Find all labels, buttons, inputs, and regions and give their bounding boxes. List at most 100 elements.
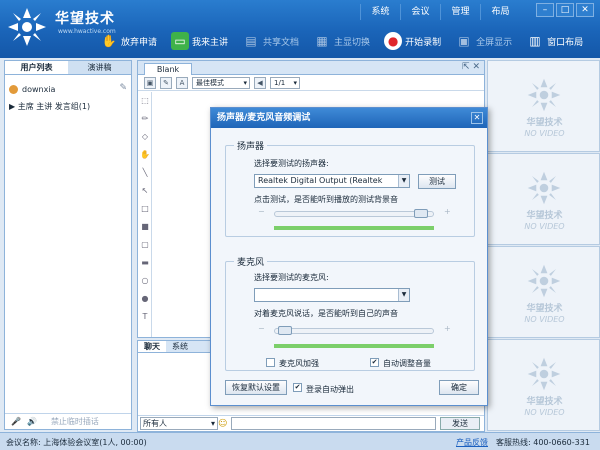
auto-popup-checkbox[interactable]: ✔ <box>293 383 302 392</box>
whiteboard-controls[interactable]: ⇱ ✕ <box>462 62 480 72</box>
menu-item-3[interactable]: 布局 <box>480 4 520 20</box>
video-cell[interactable]: 华望技术 NO VIDEO <box>487 246 600 338</box>
eraser-icon[interactable]: ◇ <box>140 132 150 142</box>
minimize-icon[interactable]: – <box>536 3 554 17</box>
emoji-icon[interactable]: ☺ <box>218 419 227 429</box>
no-video-label: NO VIDEO <box>524 315 565 324</box>
tab-blank[interactable]: Blank <box>144 63 192 75</box>
text-tool-icon[interactable]: T <box>140 312 150 322</box>
microphone-volume-thumb[interactable] <box>277 326 292 335</box>
recipient-select[interactable]: 所有人 ▾ <box>140 417 218 430</box>
user-icon <box>9 84 18 94</box>
share-doc-icon: ▤ <box>245 34 257 48</box>
feedback-link[interactable]: 产品反馈 <box>456 437 488 448</box>
video-brand: 华望技术 <box>526 304 563 314</box>
logo-icon <box>527 171 561 205</box>
tab-user-list[interactable]: 用户列表 <box>5 61 68 74</box>
menu-item-2[interactable]: 管理 <box>440 4 480 20</box>
pencil-icon[interactable]: ✏ <box>140 114 150 124</box>
tab-speech[interactable]: 演讲稿 <box>68 61 131 74</box>
speaker-icon[interactable]: 🔊 <box>27 417 37 426</box>
speaker-group-row[interactable]: ▶ 主席 主讲 发言组(1) <box>9 101 90 112</box>
microphone-level-meter <box>274 344 434 348</box>
menu-item-1[interactable]: 会议 <box>400 4 440 20</box>
conference-info: 会议名称: 上海体验会议室(1人, 00:00) <box>6 438 147 447</box>
page-select[interactable]: 1/1 ▾ <box>270 76 300 89</box>
status-bar: 会议名称: 上海体验会议室(1人, 00:00) 产品反馈 客服热线: 400-… <box>0 432 600 450</box>
speaker-select[interactable]: Realtek Digital Output (Realtek ▼ <box>254 174 410 188</box>
microphone-volume-slider[interactable] <box>274 326 434 335</box>
chat-input-row: 所有人 ▾ ☺ 发送 <box>138 415 484 431</box>
mic-boost-checkbox[interactable] <box>266 358 275 367</box>
brand-name: 华望技术 <box>55 11 115 27</box>
logo-icon <box>8 8 46 46</box>
auto-gain-label: 自动调整音量 <box>383 359 431 368</box>
speaker-group-title: 扬声器 <box>234 139 268 152</box>
microphone-select[interactable]: ▼ <box>254 288 410 302</box>
forbid-interject-button[interactable]: 禁止临时插话 <box>51 416 99 427</box>
zoom-mode-select[interactable]: 最佳模式 ▾ <box>192 76 250 89</box>
speaker-volume-thumb[interactable] <box>413 209 428 218</box>
microphone-prompt: 选择要测试的麦克风: <box>254 273 329 282</box>
rect-outline-icon[interactable]: □ <box>140 204 150 214</box>
toolbar-button-5[interactable]: ▣ 全屏显示 <box>455 30 512 52</box>
window-controls: – □ ✕ <box>536 3 594 17</box>
microphone-hint: 对着麦克风说话，是否能听到自己的声音 <box>254 309 398 318</box>
arrow-icon[interactable]: ↖ <box>140 186 150 196</box>
menu-item-0[interactable]: 系统 <box>360 4 400 20</box>
text-icon[interactable]: A <box>176 76 188 89</box>
toolbar-button-1[interactable]: ▭ 我来主讲 <box>171 30 228 52</box>
microphone-icon[interactable]: ✎ <box>119 83 127 93</box>
chat-input[interactable] <box>231 417 436 430</box>
logo-icon <box>527 264 561 298</box>
rect-filled-icon[interactable]: ■ <box>140 222 150 232</box>
ellipse-filled-icon[interactable]: ● <box>140 294 150 304</box>
tab-system[interactable]: 系统 <box>166 341 194 352</box>
restore-defaults-button[interactable]: 恢复默认设置 <box>225 380 287 395</box>
microphone-group-title: 麦克风 <box>234 255 268 268</box>
test-button[interactable]: 测试 <box>418 174 456 189</box>
mic-boost-label: 麦克风加强 <box>279 359 319 368</box>
ellipse-icon[interactable]: ○ <box>140 276 150 286</box>
speaker-hint: 点击测试，是否能听到播放的测试背景音 <box>254 195 398 204</box>
record-icon: ● <box>384 32 403 50</box>
pen-icon[interactable]: ✎ <box>160 76 172 89</box>
close-icon[interactable]: ✕ <box>471 112 483 124</box>
speaker-volume-slider[interactable] <box>274 209 434 218</box>
user-list-item[interactable]: downxia ✎ <box>9 83 127 95</box>
rounded-rect-filled-icon[interactable]: ▬ <box>140 258 150 268</box>
toolbar-button-4[interactable]: ● 开始录制 <box>384 30 441 52</box>
video-cell[interactable]: 华望技术 NO VIDEO <box>487 153 600 245</box>
whiteboard-toolbar: ▣ ✎ A 最佳模式 ▾ ◀ 1/1 ▾ <box>138 75 484 91</box>
toolbar-button-2[interactable]: ▤ 共享文档 <box>242 30 299 52</box>
close-icon[interactable]: ✕ <box>576 3 594 17</box>
toolbar-button-3[interactable]: ▦ 主显切换 <box>313 30 370 52</box>
video-cell[interactable]: 华望技术 NO VIDEO <box>487 339 600 431</box>
prev-page-icon[interactable]: ◀ <box>254 76 266 89</box>
send-button[interactable]: 发送 <box>440 417 480 430</box>
logo-icon <box>527 78 561 112</box>
no-video-label: NO VIDEO <box>524 129 565 138</box>
auto-gain-checkbox[interactable]: ✔ <box>370 358 379 367</box>
save-icon[interactable]: ▣ <box>144 76 156 89</box>
microphone-icon[interactable]: 🎤 <box>11 417 21 426</box>
chevron-down-icon: ▼ <box>398 289 409 301</box>
maximize-icon[interactable]: □ <box>556 3 574 17</box>
tab-chat[interactable]: 聊天 <box>138 341 166 352</box>
microphone-group: 麦克风 选择要测试的麦克风: ▼ 对着麦克风说话，是否能听到自己的声音 − + … <box>225 255 475 371</box>
video-cell[interactable]: 华望技术 NO VIDEO <box>487 60 600 152</box>
volume-down-icon: − <box>258 324 265 333</box>
toolbar-button-6[interactable]: ▥ 窗口布局 <box>526 30 583 52</box>
toolbar-label: 全屏显示 <box>476 37 513 48</box>
ok-button[interactable]: 确定 <box>439 380 479 395</box>
rounded-rect-icon[interactable]: ▢ <box>140 240 150 250</box>
switch-display-icon: ▦ <box>316 34 328 48</box>
toolbar-label: 共享文档 <box>263 37 300 48</box>
presenter-icon: ▭ <box>171 32 190 50</box>
hand-icon[interactable]: ✋ <box>140 150 150 160</box>
volume-up-icon: + <box>444 324 451 333</box>
select-icon[interactable]: ⬚ <box>140 96 150 106</box>
toolbar-button-0[interactable]: ✋ 放弃申请 <box>100 30 158 52</box>
line-icon[interactable]: ╲ <box>140 168 150 178</box>
user-name: downxia <box>22 84 56 94</box>
